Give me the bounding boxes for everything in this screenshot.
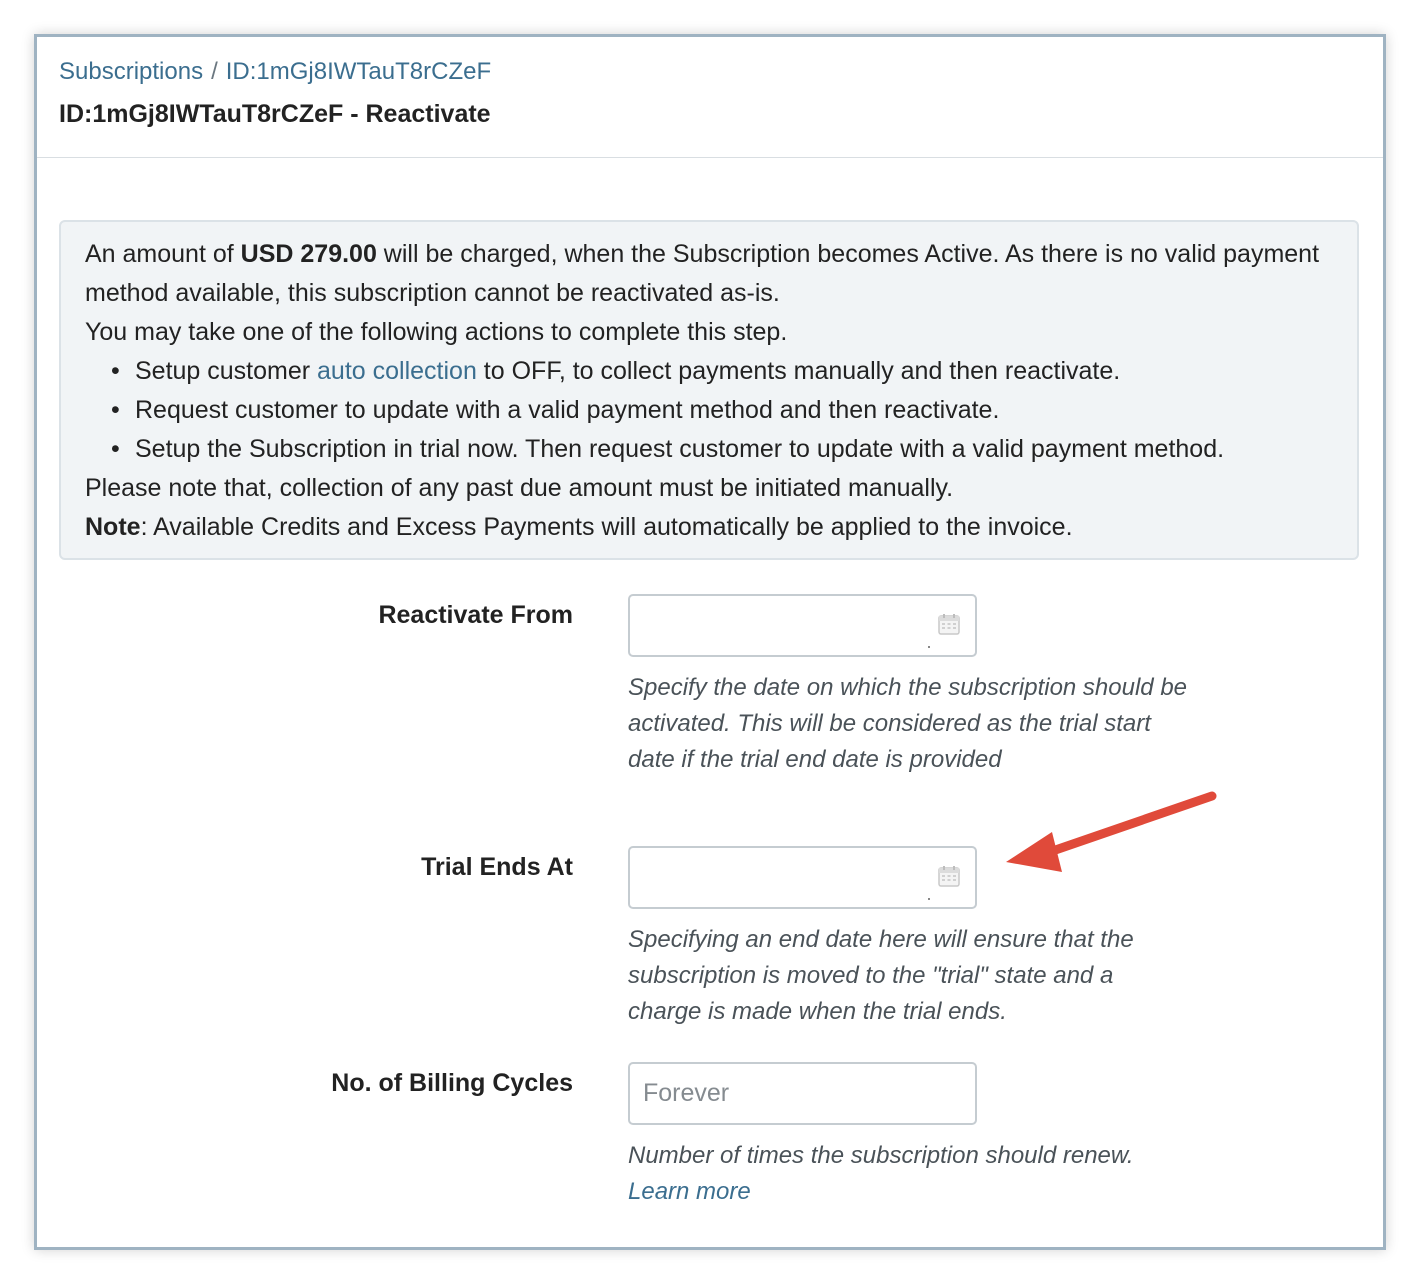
- reactivate-panel: Subscriptions / ID:1mGj8IWTauT8rCZeF ID:1m…: [34, 34, 1386, 1250]
- billing-cycles-label: No. of Billing Cycles: [331, 1069, 573, 1097]
- list-item: Setup customer auto collection to OFF, t…: [111, 352, 1333, 391]
- reactivate-from-date-input[interactable]: [628, 594, 977, 657]
- trial-ends-at-help: Specifying an end date here will ensure …: [628, 926, 1134, 1025]
- calendar-icon[interactable]: [937, 864, 961, 888]
- notice-past-due-line: Please note that, collection of any past…: [85, 474, 954, 502]
- panel-header: Subscriptions / ID:1mGj8IWTauT8rCZeF ID:1m…: [37, 37, 1383, 158]
- breadcrumb-subscriptions-link[interactable]: Subscriptions: [59, 58, 203, 85]
- reactivate-from-help: Specify the date on which the subscripti…: [628, 674, 1188, 773]
- trial-ends-at-label: Trial Ends At: [421, 853, 573, 881]
- red-arrow-icon: [1006, 791, 1217, 872]
- notice-amount: USD 279.00: [240, 240, 377, 268]
- auto-collection-link[interactable]: auto collection: [317, 357, 477, 385]
- payment-notice: An amount of USD 279.00 will be charged,…: [59, 220, 1359, 560]
- list-item: Request customer to update with a valid …: [111, 391, 1333, 430]
- billing-cycles-help: Number of times the subscription should …: [628, 1138, 1148, 1210]
- note-label: Note: [85, 513, 141, 541]
- trial-ends-at-date-input[interactable]: [628, 846, 977, 909]
- calendar-icon[interactable]: [937, 612, 961, 636]
- learn-more-link[interactable]: Learn more: [628, 1178, 751, 1205]
- notice-credits-line: Note: Available Credits and Excess Payme…: [85, 508, 1333, 547]
- notice-action-list: Setup customer auto collection to OFF, t…: [111, 352, 1333, 469]
- notice-actions-intro: You may take one of the following action…: [85, 318, 788, 346]
- notice-text: An amount of: [85, 240, 241, 268]
- billing-cycles-input[interactable]: [628, 1062, 977, 1125]
- input-dot: [928, 898, 930, 900]
- input-dot: [928, 646, 930, 648]
- page-title: ID:1mGj8IWTauT8rCZeF - Reactivate: [59, 100, 491, 128]
- breadcrumb-separator: /: [211, 58, 218, 85]
- reactivate-from-label: Reactivate From: [378, 601, 573, 629]
- notice-text: : Available Credits and Excess Payments …: [140, 513, 1073, 541]
- breadcrumb: Subscriptions / ID:1mGj8IWTauT8rCZeF: [59, 57, 1383, 87]
- notice-text: to OFF, to collect payments manually and…: [476, 357, 1121, 385]
- notice-amount-line: An amount of USD 279.00 will be charged,…: [85, 235, 1333, 313]
- notice-text: Setup customer: [135, 357, 318, 385]
- breadcrumb-subscription-id-link[interactable]: ID:1mGj8IWTauT8rCZeF: [226, 58, 491, 85]
- list-item: Setup the Subscription in trial now. The…: [111, 430, 1333, 469]
- billing-cycles-help-text: Number of times the subscription should …: [628, 1142, 1134, 1169]
